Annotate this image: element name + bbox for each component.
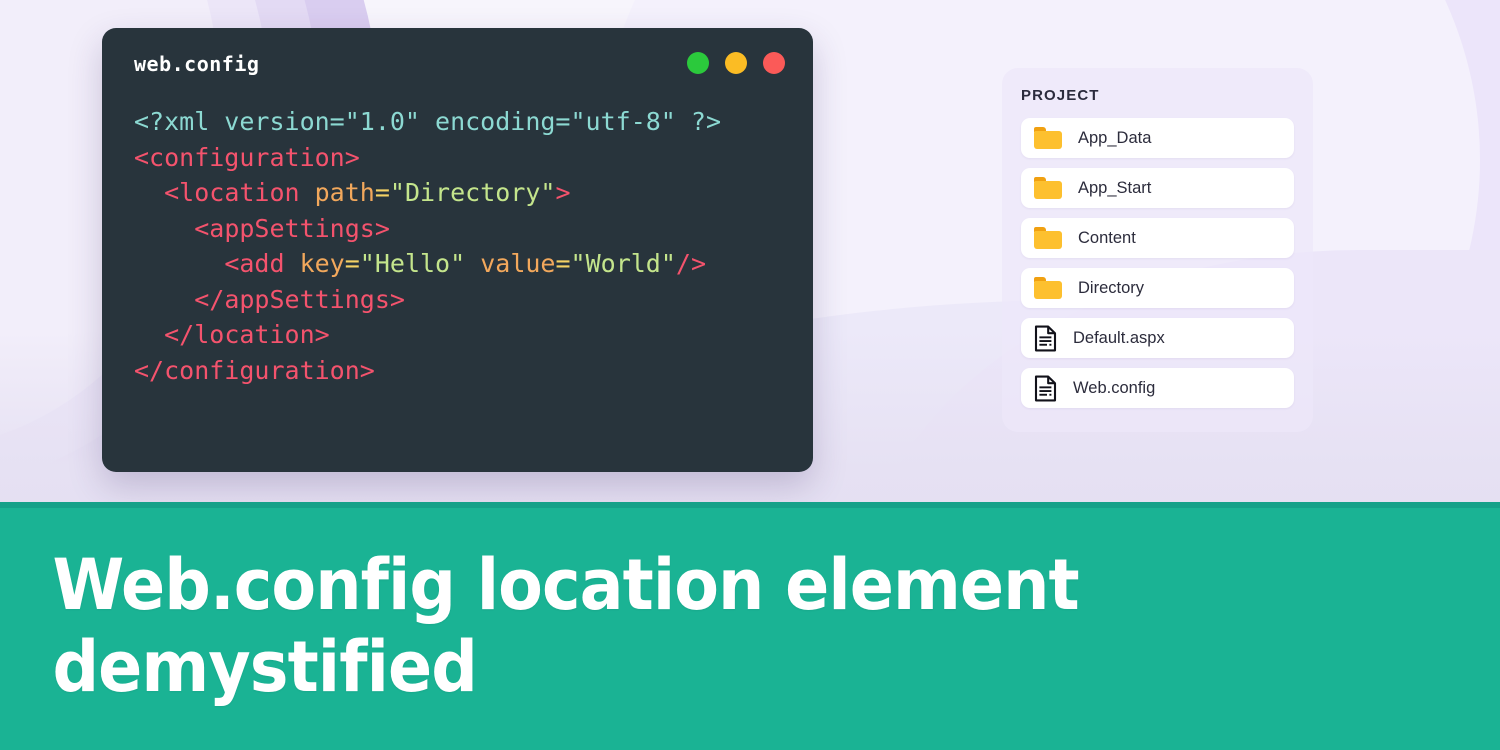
banner-title: Web.config location element demystified — [52, 544, 1080, 708]
file-list: App_Data App_Start Content Directory Default… — [1021, 118, 1294, 408]
code-token-tag: <location — [164, 178, 315, 207]
close-button[interactable] — [763, 52, 785, 74]
code-line: <location path="Directory"> — [134, 175, 813, 211]
code-token-attr: value — [480, 249, 556, 278]
code-token-val: "Directory" — [389, 178, 556, 207]
project-panel-title: PROJECT — [1021, 87, 1100, 104]
maximize-button[interactable] — [725, 52, 747, 74]
code-token-tag: /> — [675, 249, 707, 278]
project-panel: PROJECT App_Data App_Start Content Director… — [1002, 68, 1313, 432]
code-line: <?xml version="1.0" encoding="utf-8" ?> — [134, 104, 813, 140]
code-token-tag: </location> — [164, 320, 330, 349]
code-line: <appSettings> — [134, 211, 813, 247]
folder-icon — [1034, 277, 1062, 299]
file-icon — [1034, 325, 1057, 352]
code-token-eq: = — [374, 178, 390, 207]
file-list-item[interactable]: App_Data — [1021, 118, 1294, 158]
folder-icon — [1034, 227, 1062, 249]
code-token-tag: <configuration> — [134, 142, 360, 172]
file-list-item-label: Web.config — [1073, 378, 1156, 397]
file-list-item-label: Content — [1078, 228, 1136, 247]
code-token-tag: <add — [224, 249, 300, 278]
file-list-item-label: Directory — [1078, 278, 1145, 297]
code-line: </location> — [134, 317, 813, 353]
code-line: <add key="Hello" value="World"/> — [134, 246, 813, 282]
code-token-attr: key — [299, 249, 345, 278]
file-list-item[interactable]: Default.aspx — [1021, 318, 1294, 358]
file-list-item[interactable]: Content — [1021, 218, 1294, 258]
code-token-tag: <appSettings> — [194, 213, 390, 243]
code-content: <?xml version="1.0" encoding="utf-8" ?> <… — [102, 104, 813, 388]
file-icon — [1034, 375, 1057, 402]
code-token-eq: = — [344, 249, 360, 278]
file-list-item-label: Default.aspx — [1073, 328, 1165, 347]
code-token-val: "World" — [570, 249, 676, 278]
code-window: web.config <?xml version="1.0" encoding=… — [102, 28, 813, 472]
file-list-item[interactable]: App_Start — [1021, 168, 1294, 208]
code-token-tag — [465, 249, 480, 278]
file-list-item[interactable]: Web.config — [1021, 368, 1294, 408]
window-controls — [687, 52, 785, 74]
file-list-item-label: App_Data — [1078, 128, 1152, 147]
code-token-tag: </configuration> — [134, 355, 375, 385]
code-token-tag: </appSettings> — [194, 284, 405, 314]
minimize-button[interactable] — [687, 52, 709, 74]
page-root: web.config <?xml version="1.0" encoding=… — [0, 0, 1500, 750]
code-line: <configuration> — [134, 140, 813, 176]
code-token-eq: = — [555, 249, 571, 278]
code-token-tag: > — [555, 178, 571, 207]
code-line: </configuration> — [134, 353, 813, 389]
folder-icon — [1034, 127, 1062, 149]
code-line: </appSettings> — [134, 282, 813, 318]
code-token-attr: path — [314, 178, 375, 207]
file-list-item-label: App_Start — [1078, 178, 1152, 197]
file-list-item[interactable]: Directory — [1021, 268, 1294, 308]
folder-icon — [1034, 177, 1062, 199]
code-token-val: "Hello" — [359, 249, 466, 278]
code-window-titlebar: web.config — [102, 28, 813, 104]
code-window-filename: web.config — [134, 52, 260, 76]
code-token-decl: <?xml version="1.0" encoding="utf-8" ?> — [134, 107, 721, 136]
banner: Web.config location element demystified — [0, 502, 1500, 750]
